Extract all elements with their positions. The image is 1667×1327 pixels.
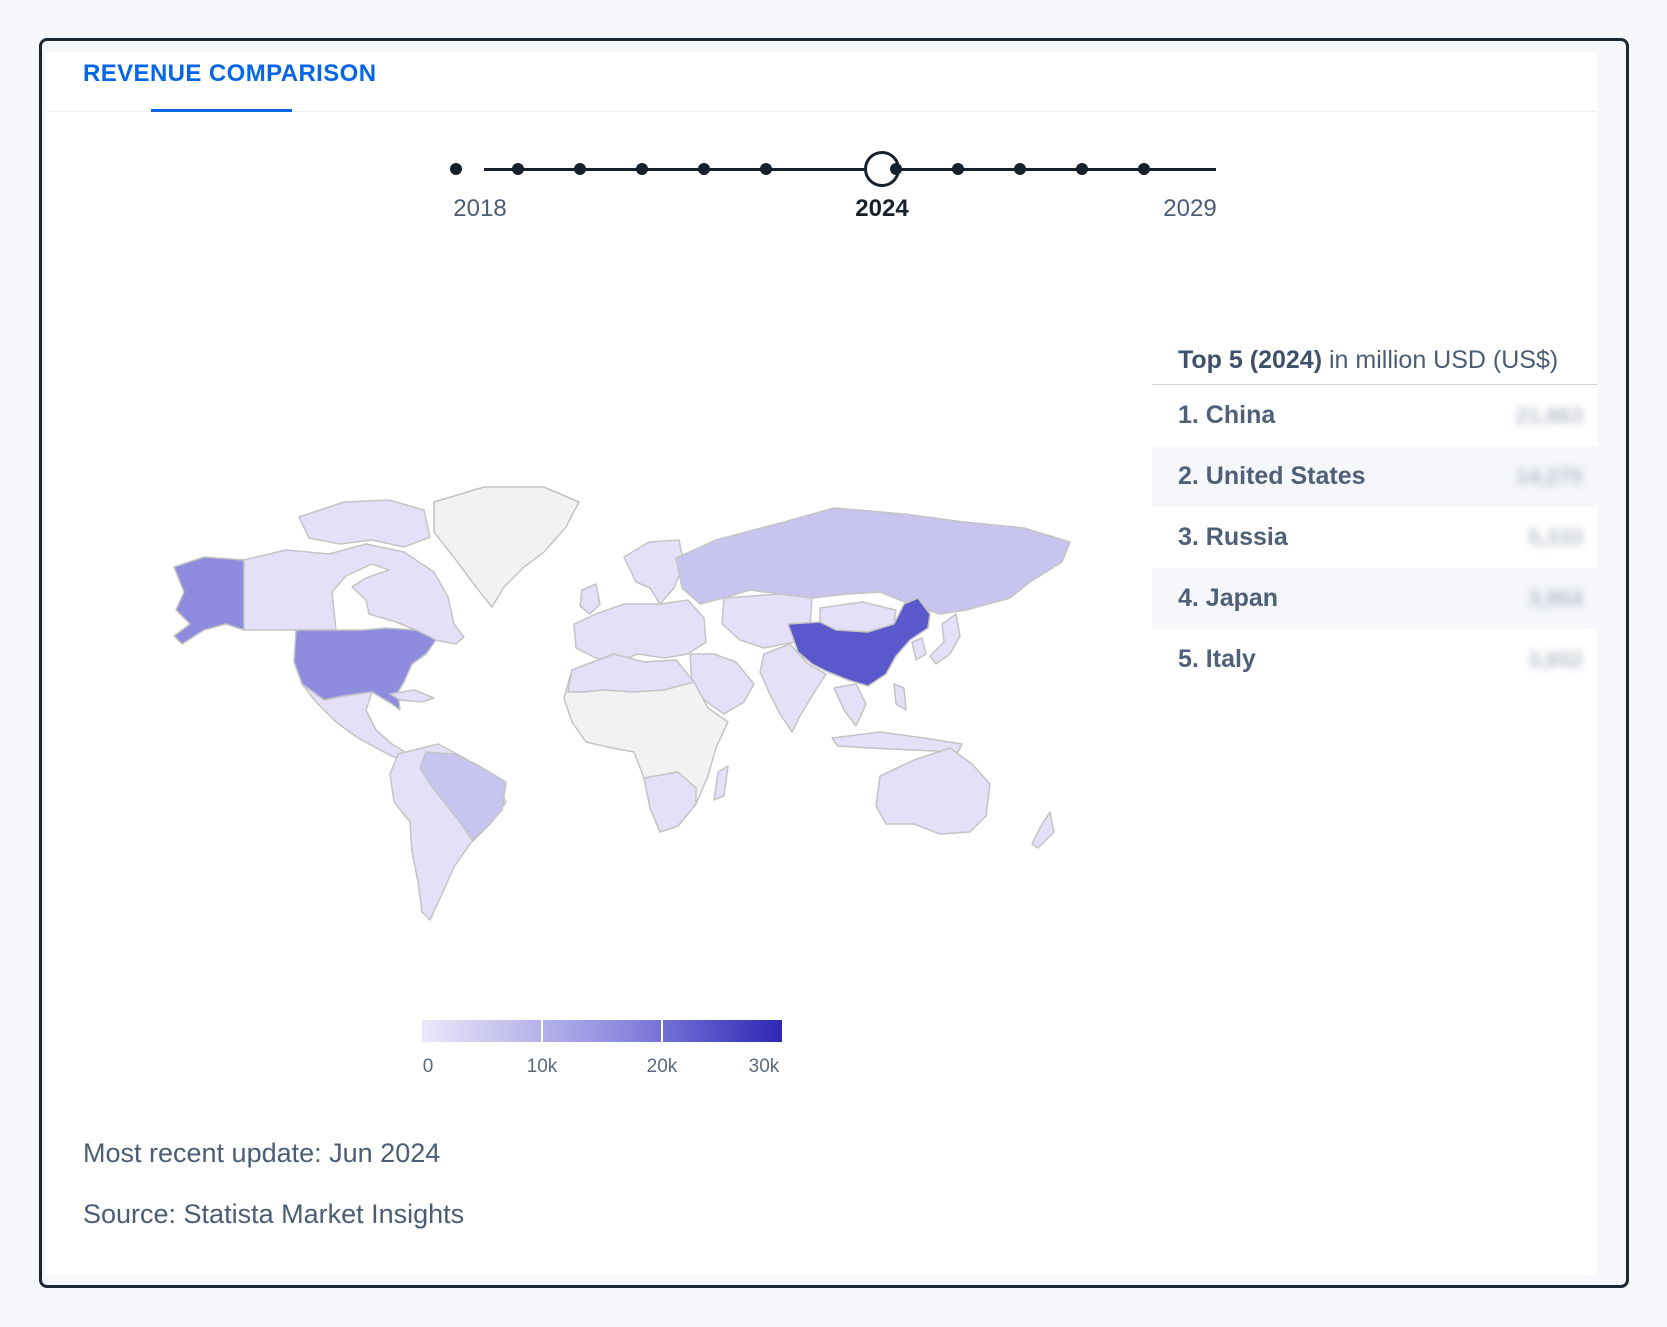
top5-country: 4. Japan	[1178, 584, 1279, 612]
map-australia[interactable]	[875, 747, 991, 835]
timeline-track	[484, 168, 1216, 171]
legend-gradient	[422, 1020, 782, 1042]
legend-separator	[661, 1020, 663, 1042]
legend-separator	[541, 1020, 543, 1042]
top5-country: 3. Russia	[1178, 523, 1288, 551]
timeline-dot-2022[interactable]	[698, 163, 710, 175]
top5-row[interactable]: 2. United States 14,270	[1152, 446, 1597, 507]
timeline-dot-2023[interactable]	[760, 163, 772, 175]
top5-country: 5. Italy	[1178, 645, 1256, 673]
map-new-zealand[interactable]	[1031, 811, 1055, 849]
revenue-card: REVENUE COMPARISON 2018 2024 2029 0 10k …	[46, 52, 1597, 1275]
top5-value: 5,333	[1527, 524, 1583, 550]
timeline-label-2024: 2024	[855, 195, 909, 222]
legend-tick-20k: 20k	[646, 1056, 678, 1077]
map-alaska[interactable]	[173, 556, 245, 645]
map-japan[interactable]	[929, 613, 961, 665]
timeline-label-2018: 2018	[453, 195, 507, 222]
top5-value: 3,652	[1527, 646, 1583, 672]
top5-country: 2. United States	[1178, 462, 1366, 490]
map-scandinavia[interactable]	[623, 539, 685, 605]
timeline-label-2029: 2029	[1163, 195, 1217, 222]
legend-tick-10k: 10k	[526, 1056, 558, 1077]
map-uk[interactable]	[579, 583, 601, 615]
timeline-dot-2019[interactable]	[512, 163, 524, 175]
map-korea[interactable]	[911, 637, 927, 661]
top5-row[interactable]: 4. Japan 3,954	[1152, 568, 1597, 629]
timeline-dot-2026[interactable]	[952, 163, 964, 175]
top5-row[interactable]: 1. China 21,863	[1152, 385, 1597, 446]
top5-value: 14,270	[1515, 463, 1583, 489]
timeline-dot-2025[interactable]	[890, 163, 902, 175]
map-se-asia[interactable]	[833, 683, 867, 727]
timeline-dot-2027[interactable]	[1014, 163, 1026, 175]
map-canada[interactable]	[243, 543, 465, 645]
timeline-dot-2020[interactable]	[574, 163, 586, 175]
map-southern-africa[interactable]	[643, 771, 697, 833]
top5-panel: Top 5 (2024) in million USD (US$) 1. Chi…	[1152, 336, 1597, 690]
map-indonesia[interactable]	[831, 731, 963, 753]
year-timeline: 2018 2024 2029	[46, 52, 1597, 252]
world-map	[173, 486, 1071, 921]
top5-row[interactable]: 3. Russia 5,333	[1152, 507, 1597, 568]
top5-title-bold: Top 5 (2024)	[1178, 346, 1323, 374]
timeline-dot-2018[interactable]	[450, 163, 462, 175]
map-canada-islands[interactable]	[298, 499, 431, 548]
legend-tick-0: 0	[422, 1056, 434, 1077]
legend-tick-30k: 30k	[748, 1056, 780, 1077]
map-greenland[interactable]	[433, 486, 580, 608]
map-north-africa[interactable]	[567, 653, 695, 693]
map-philippines[interactable]	[893, 683, 907, 711]
top5-row[interactable]: 5. Italy 3,652	[1152, 629, 1597, 690]
update-note: Most recent update: Jun 2024	[83, 1138, 441, 1168]
map-madagascar[interactable]	[713, 765, 729, 801]
top5-value: 3,954	[1527, 585, 1583, 611]
timeline-dot-2021[interactable]	[636, 163, 648, 175]
top5-country: 1. China	[1178, 401, 1276, 429]
top5-title-unit: in million USD (US$)	[1322, 346, 1559, 374]
top5-title: Top 5 (2024) in million USD (US$)	[1152, 336, 1597, 385]
source-note: Source: Statista Market Insights	[83, 1199, 465, 1229]
timeline-dot-2028[interactable]	[1076, 163, 1088, 175]
top5-value: 21,863	[1515, 402, 1583, 428]
timeline-dot-2029[interactable]	[1138, 163, 1150, 175]
